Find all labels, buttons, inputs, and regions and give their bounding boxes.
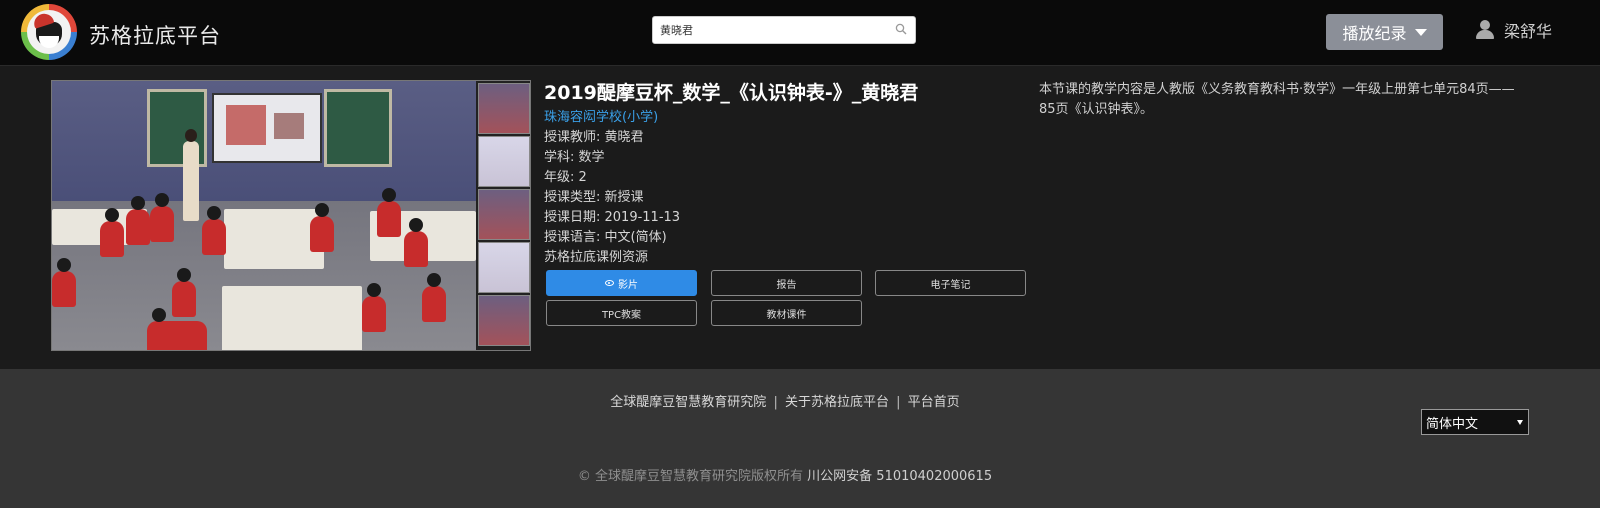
video-button-label: 影片 [618, 279, 638, 291]
search-input[interactable] [653, 17, 883, 43]
footer-links: 全球醍摩豆智慧教育研究院 | 关于苏格拉底平台 | 平台首页 [0, 391, 1570, 410]
subject-field: 学科: 数学 [544, 150, 605, 165]
copyright: © 全球醍摩豆智慧教育研究院版权所有 川公网安备 51010402000615 [0, 465, 1570, 484]
tpc-button-label: TPC教案 [601, 309, 642, 321]
tpc-lesson-plan-button[interactable]: TPC教案 [546, 300, 697, 326]
school-link[interactable]: 珠海容闳学校(小学) [544, 108, 1030, 128]
video-button[interactable]: 影片 [546, 270, 697, 296]
lesson-detail: 2019醍摩豆杯_数学_《认识钟表-》_黄晓君 珠海容闳学校(小学) 授课教师:… [0, 67, 1600, 369]
footer-separator: | [773, 395, 778, 410]
footer-link-about[interactable]: 关于苏格拉底平台 [785, 395, 889, 410]
socrates-logo-icon [27, 10, 71, 54]
icp-record-link[interactable]: 川公网安备 51010402000615 [807, 469, 992, 484]
copyright-text: © 全球醍摩豆智慧教育研究院版权所有 [577, 469, 804, 484]
resource-buttons: 影片 报告 电子笔记 TPC教案 教材课件 [546, 270, 1030, 328]
user-name: 梁舒华 [1504, 22, 1553, 41]
lesson-video-thumbnail[interactable] [51, 80, 531, 351]
platform-logo[interactable] [21, 4, 77, 60]
e-notes-button-label: 电子笔记 [930, 279, 971, 291]
language-select-value: 简体中文 [1426, 416, 1479, 432]
language-select[interactable]: 简体中文 [1421, 409, 1529, 435]
grade-field: 年级: 2 [544, 170, 587, 185]
courseware-button[interactable]: 教材课件 [711, 300, 862, 326]
play-history-label: 播放纪录 [1342, 24, 1407, 43]
lesson-type-field: 授课类型: 新授课 [544, 190, 644, 205]
caret-down-icon [1414, 28, 1427, 36]
eye-icon [605, 280, 614, 286]
play-history-button[interactable]: 播放纪录 [1326, 14, 1443, 50]
footer: 全球醍摩豆智慧教育研究院 | 关于苏格拉底平台 | 平台首页 简体中文 © 全球… [0, 369, 1600, 508]
courseware-button-label: 教材课件 [766, 309, 807, 321]
resource-source: 苏格拉底课例资源 [544, 250, 649, 265]
top-navbar: 苏格拉底平台 播放纪录 梁舒华 [0, 0, 1600, 66]
search-icon[interactable] [895, 23, 907, 35]
lesson-info: 2019醍摩豆杯_数学_《认识钟表-》_黄晓君 珠海容闳学校(小学) 授课教师:… [544, 79, 1030, 268]
brand-title[interactable]: 苏格拉底平台 [89, 20, 221, 50]
lesson-description: 本节课的教学内容是人教版《义务教育教科书·数学》一年级上册第七单元84页——85… [1039, 82, 1515, 117]
search-box[interactable] [652, 16, 916, 44]
report-button-label: 报告 [776, 279, 797, 291]
teacher-field: 授课教师: 黄晓君 [544, 130, 644, 145]
lesson-title: 2019醍摩豆杯_数学_《认识钟表-》_黄晓君 [544, 82, 919, 104]
caret-down-icon [1517, 420, 1523, 425]
footer-separator: | [896, 395, 901, 410]
user-icon [1476, 20, 1494, 40]
user-menu[interactable]: 梁舒华 [1476, 18, 1552, 42]
lesson-date-field: 授课日期: 2019-11-13 [544, 210, 681, 225]
lesson-language-field: 授课语言: 中文(简体) [544, 230, 667, 245]
e-notes-button[interactable]: 电子笔记 [875, 270, 1026, 296]
report-button[interactable]: 报告 [711, 270, 862, 296]
footer-link-institute[interactable]: 全球醍摩豆智慧教育研究院 [610, 395, 766, 410]
footer-link-home[interactable]: 平台首页 [908, 395, 960, 410]
